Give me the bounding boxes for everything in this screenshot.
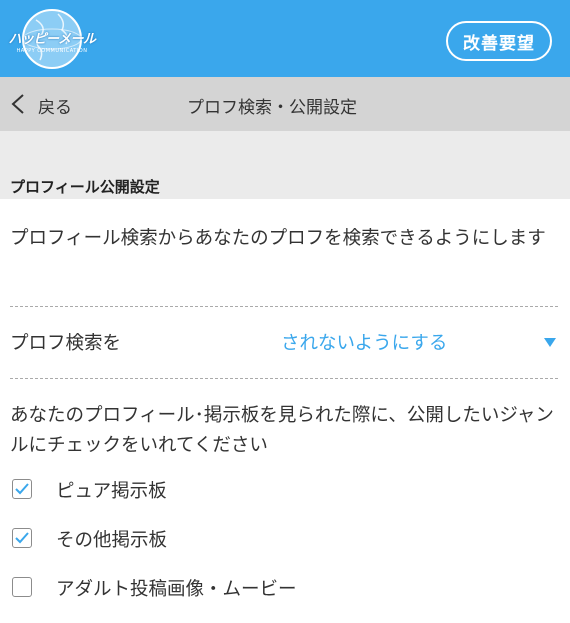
improvement-request-button[interactable]: 改善要望 xyxy=(446,21,552,61)
genre-description: あなたのプロフィール･掲示板を見られた際に、公開したいジャンルにチェックをいれて… xyxy=(10,405,554,456)
checkbox[interactable] xyxy=(12,528,32,548)
navigation-bar: 戻る プロフ検索・公開設定 xyxy=(0,77,570,131)
dropdown-arrow-icon[interactable] xyxy=(544,338,556,347)
checkbox[interactable] xyxy=(12,479,32,499)
check-icon xyxy=(15,483,29,495)
checkbox-label[interactable]: アダルト投稿画像・ムービー xyxy=(56,575,297,601)
section-title: プロフィール公開設定 xyxy=(10,178,160,196)
back-button[interactable]: 戻る xyxy=(38,93,72,118)
page-title: プロフ検索・公開設定 xyxy=(187,98,357,118)
check-icon xyxy=(15,532,29,544)
divider xyxy=(10,378,558,379)
divider xyxy=(10,306,558,307)
chevron-left-icon[interactable] xyxy=(10,93,26,115)
logo-text: ハッピーメール xyxy=(8,32,96,47)
checkbox-label[interactable]: その他掲示板 xyxy=(56,526,167,552)
search-setting-label: プロフ検索を xyxy=(10,333,122,354)
app-header: ハッピーメール HAPPY COMMUNICATION 改善要望 xyxy=(0,0,570,77)
logo-subtext: HAPPY COMMUNICATION xyxy=(16,48,88,54)
checkbox-label[interactable]: ピュア掲示板 xyxy=(56,477,167,503)
search-description: プロフィール検索からあなたのプロフを検索できるようにします xyxy=(10,228,546,249)
checkbox[interactable] xyxy=(12,577,32,597)
search-setting-select[interactable]: されないようにする xyxy=(281,329,447,355)
happymail-logo[interactable]: ハッピーメール HAPPY COMMUNICATION xyxy=(6,8,98,70)
